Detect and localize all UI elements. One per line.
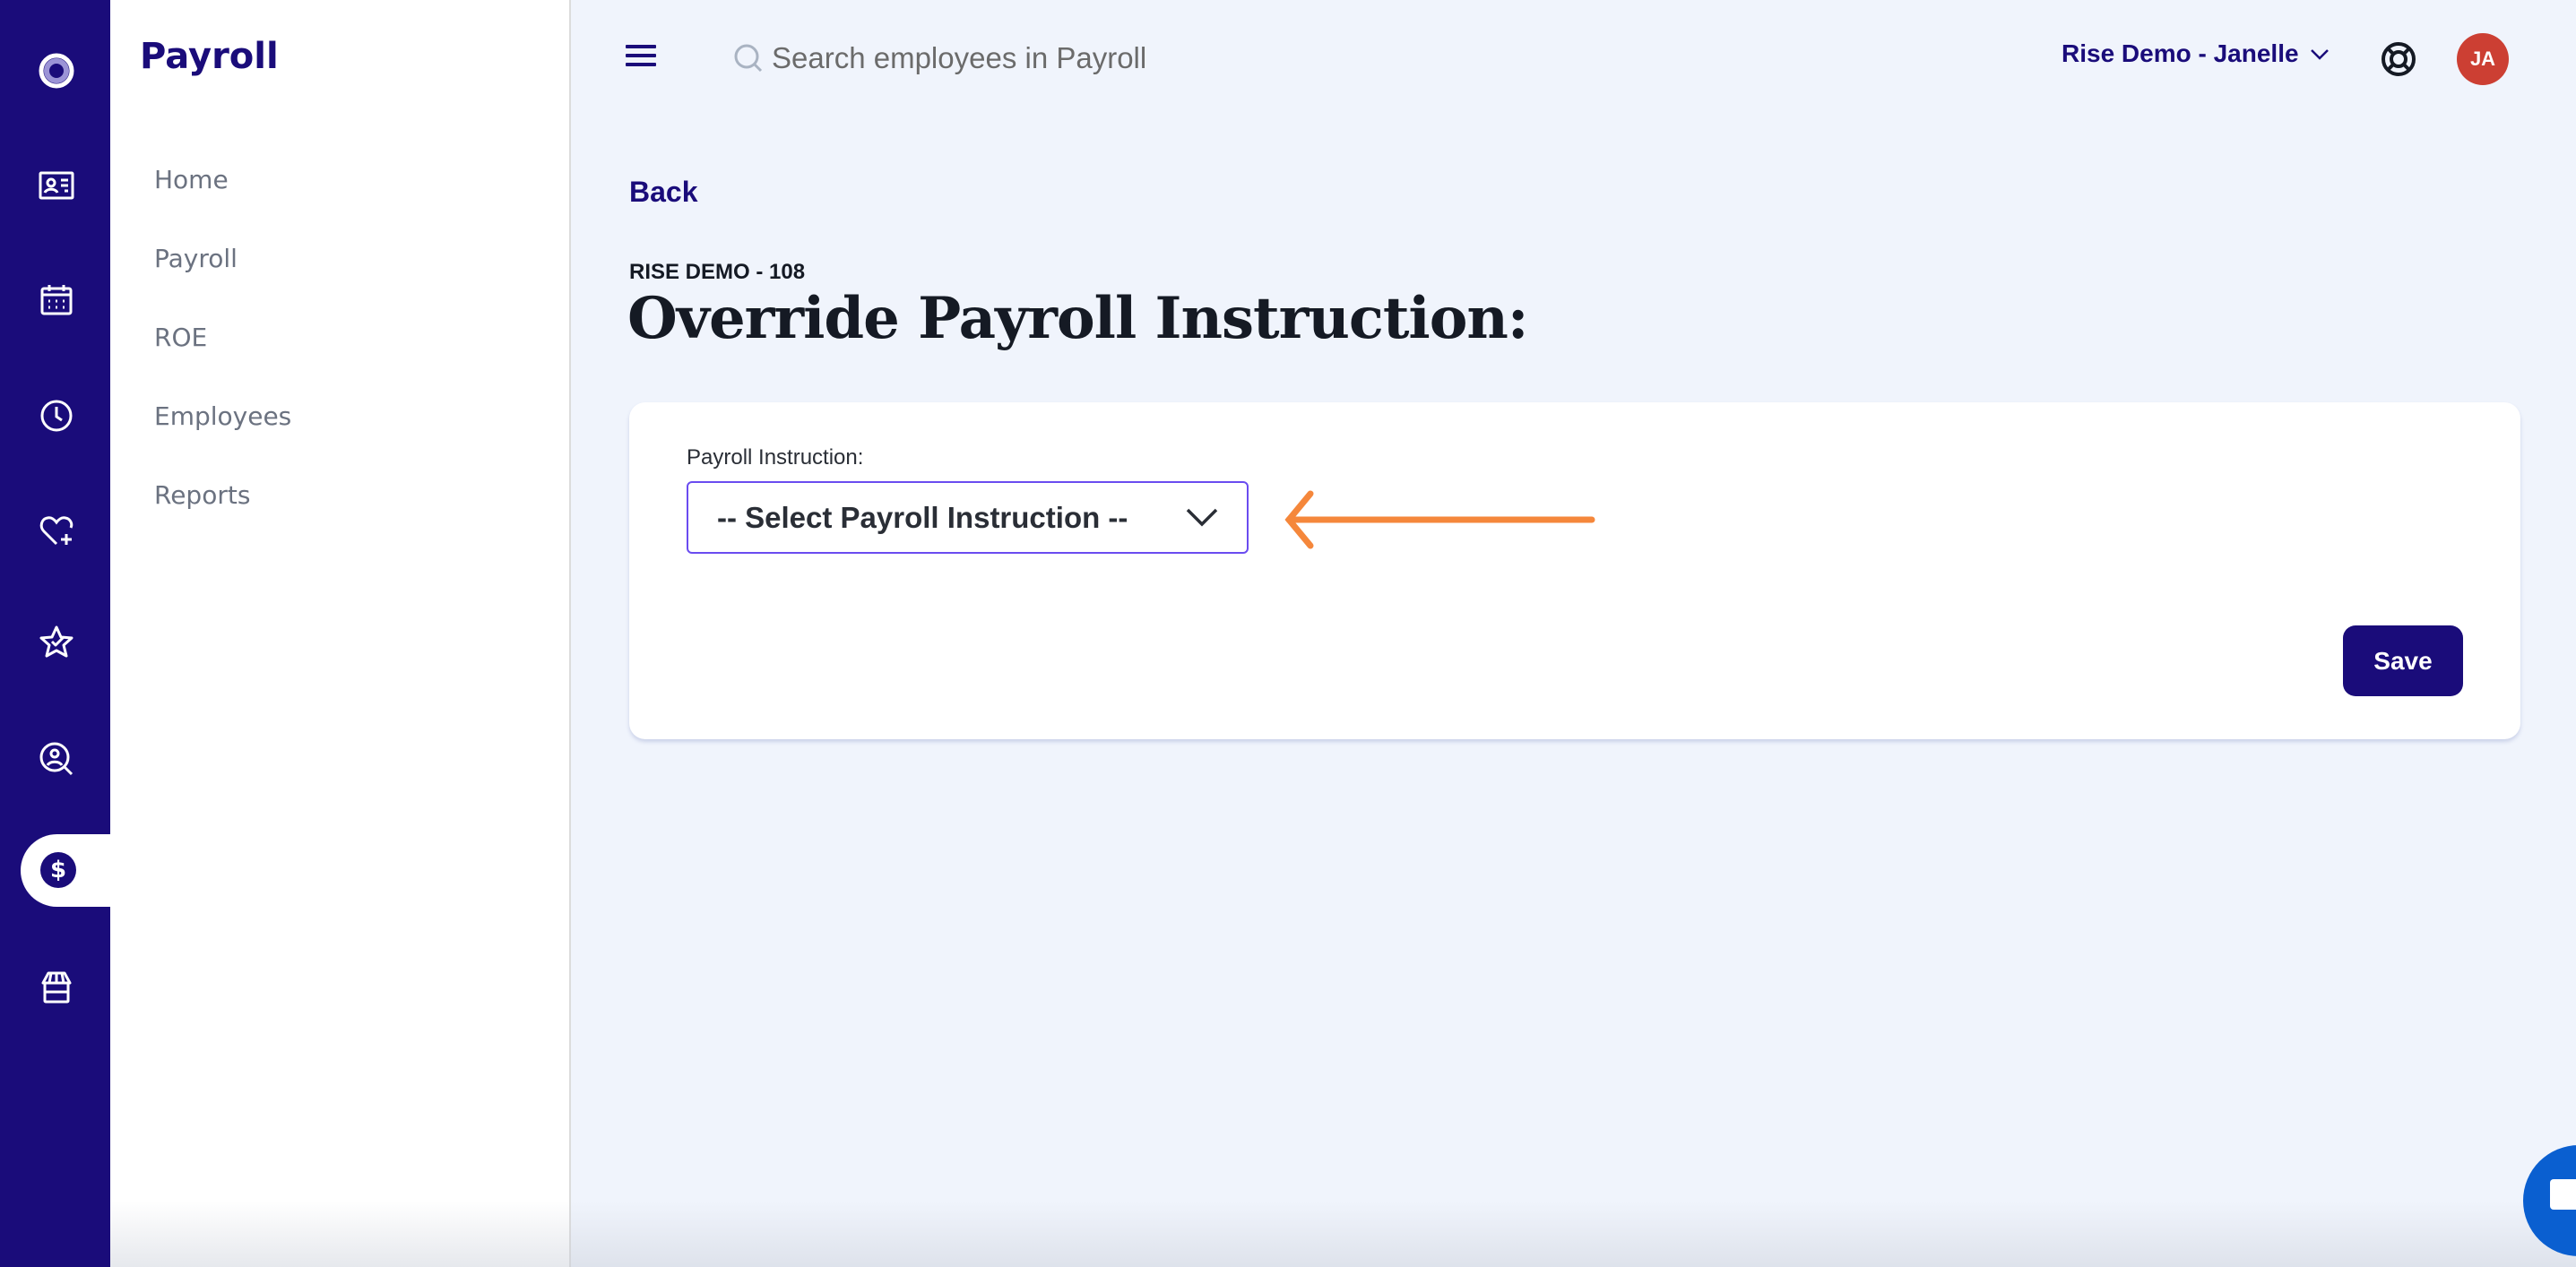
company-label: RISE DEMO - 108 (629, 260, 806, 284)
hamburger-menu-button[interactable] (626, 45, 656, 70)
storefront-icon[interactable] (34, 965, 79, 1010)
id-card-icon[interactable] (34, 163, 79, 208)
sidebar-item-roe[interactable]: ROE (154, 323, 207, 352)
annotation-arrow-icon (1284, 490, 1595, 549)
star-check-icon[interactable] (34, 620, 79, 665)
module-sidebar: Payroll Home Payroll ROE Employees Repor… (110, 0, 571, 1267)
hamburger-line (626, 63, 656, 66)
sidebar-item-home[interactable]: Home (154, 165, 229, 194)
sidebar-item-payroll[interactable]: Payroll (154, 244, 238, 273)
user-search-icon[interactable] (34, 737, 79, 781)
select-value: -- Select Payroll Instruction -- (717, 500, 1128, 534)
help-lifebuoy-icon[interactable] (2379, 39, 2418, 79)
dollar-icon[interactable]: $ (40, 852, 76, 888)
sidebar-item-employees[interactable]: Employees (154, 401, 291, 431)
payroll-instruction-select[interactable]: -- Select Payroll Instruction -- (687, 481, 1249, 554)
employee-search (730, 36, 1268, 81)
hamburger-line (626, 54, 656, 57)
back-link[interactable]: Back (629, 176, 698, 209)
sidebar-item-reports[interactable]: Reports (154, 480, 250, 510)
hamburger-line (626, 45, 656, 48)
payroll-instruction-label: Payroll Instruction: (687, 445, 864, 470)
chevron-down-icon (2310, 49, 2329, 60)
icon-rail: $ (0, 0, 128, 1267)
account-switcher[interactable]: Rise Demo - Janelle (2062, 39, 2331, 68)
save-button[interactable]: Save (2343, 625, 2463, 696)
heart-plus-icon[interactable] (34, 508, 79, 553)
account-label: Rise Demo - Janelle (2062, 39, 2299, 67)
override-form-card: Payroll Instruction: -- Select Payroll I… (629, 402, 2520, 739)
clock-icon[interactable] (34, 393, 79, 438)
calendar-icon[interactable] (34, 278, 79, 323)
chat-bubble-icon (2550, 1179, 2576, 1210)
page-title: Override Payroll Instruction: (627, 285, 1529, 352)
module-title: Payroll (140, 36, 279, 77)
logo-icon[interactable] (34, 48, 79, 93)
user-avatar[interactable]: JA (2457, 33, 2509, 85)
chevron-down-icon (1186, 508, 1218, 526)
search-icon (734, 44, 763, 73)
chat-launcher-button[interactable] (2523, 1145, 2576, 1256)
search-input[interactable] (772, 41, 1256, 75)
